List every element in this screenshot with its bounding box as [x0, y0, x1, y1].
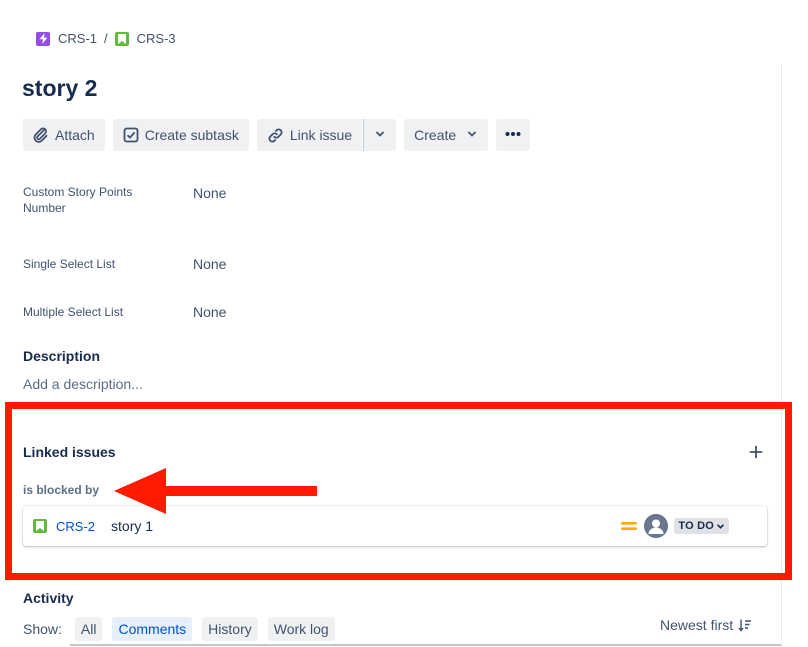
description-editor-placeholder[interactable]: Add a description... — [23, 376, 143, 392]
create-label: Create — [414, 127, 457, 143]
attach-button[interactable]: Attach — [23, 119, 105, 151]
link-chain-icon — [267, 127, 284, 144]
filter-comments-button[interactable]: Comments — [112, 617, 193, 641]
description-heading: Description — [23, 348, 101, 364]
scrollbar[interactable] — [781, 64, 795, 647]
filter-all-button[interactable]: All — [74, 617, 103, 641]
link-issue-button[interactable]: Link issue — [256, 119, 363, 151]
sort-order-button[interactable]: Newest first — [660, 617, 752, 633]
issue-toolbar: Attach Create subtask Link issue Create — [23, 119, 538, 151]
link-type-label: is blocked by — [23, 483, 100, 497]
chevron-down-icon — [716, 522, 725, 531]
linked-issue-summary[interactable]: story 1 — [111, 518, 621, 534]
show-label: Show: — [23, 621, 62, 637]
field-label-multiple-select: Multiple Select List — [23, 305, 124, 319]
sort-order-label: Newest first — [660, 617, 734, 633]
status-dropdown[interactable]: TO DO — [674, 518, 729, 534]
filter-history-button[interactable]: History — [202, 617, 258, 641]
field-label-single-select: Single Select List — [23, 257, 116, 271]
breadcrumb: CRS-1 / CRS-3 — [36, 31, 176, 46]
breadcrumb-current-key: CRS-3 — [136, 31, 176, 46]
attach-label: Attach — [55, 127, 95, 143]
subtask-checkbox-icon — [123, 127, 139, 143]
epic-lightning-icon — [36, 31, 50, 46]
story-bookmark-icon — [114, 31, 129, 46]
breadcrumb-parent[interactable]: CRS-1 — [36, 31, 97, 46]
breadcrumb-parent-key: CRS-1 — [58, 31, 98, 46]
linked-issue-key[interactable]: CRS-2 — [56, 519, 95, 534]
annotation-arrow-icon — [114, 468, 317, 514]
breadcrumb-current[interactable]: CRS-3 — [114, 31, 176, 46]
priority-medium-icon — [621, 520, 638, 532]
link-issue-split-button: Link issue — [256, 119, 397, 151]
activity-filter-row: Show: All Comments History Work log — [23, 617, 345, 641]
field-value-custom-story-points[interactable]: None — [193, 185, 226, 201]
more-dots-icon — [505, 126, 521, 145]
story-bookmark-icon — [33, 519, 47, 533]
field-label-custom-story-points: Custom Story Points Number — [23, 185, 133, 215]
chevron-down-icon — [374, 127, 386, 143]
create-subtask-button[interactable]: Create subtask — [112, 119, 249, 151]
create-button[interactable]: Create — [404, 119, 489, 151]
more-actions-button[interactable] — [496, 119, 531, 151]
sort-descending-icon — [738, 618, 752, 632]
add-linked-issue-button[interactable] — [745, 443, 767, 465]
create-subtask-label: Create subtask — [144, 127, 239, 143]
plus-icon — [749, 445, 763, 464]
link-issue-dropdown-button[interactable] — [363, 119, 397, 151]
field-value-multiple-select[interactable]: None — [193, 304, 226, 320]
status-label: TO DO — [678, 520, 714, 532]
field-value-single-select[interactable]: None — [193, 256, 226, 272]
activity-heading: Activity — [23, 590, 74, 606]
linked-issues-heading: Linked issues — [23, 444, 116, 460]
breadcrumb-separator: / — [104, 31, 108, 46]
filter-worklog-button[interactable]: Work log — [267, 617, 335, 641]
paperclip-icon — [33, 127, 49, 143]
link-issue-label: Link issue — [289, 127, 353, 143]
assignee-avatar-icon[interactable] — [644, 514, 669, 538]
issue-title[interactable]: story 2 — [22, 75, 97, 102]
issue-view: CRS-1 / CRS-3 story 2 Attach Create subt… — [0, 0, 808, 647]
chevron-down-icon — [466, 127, 478, 143]
